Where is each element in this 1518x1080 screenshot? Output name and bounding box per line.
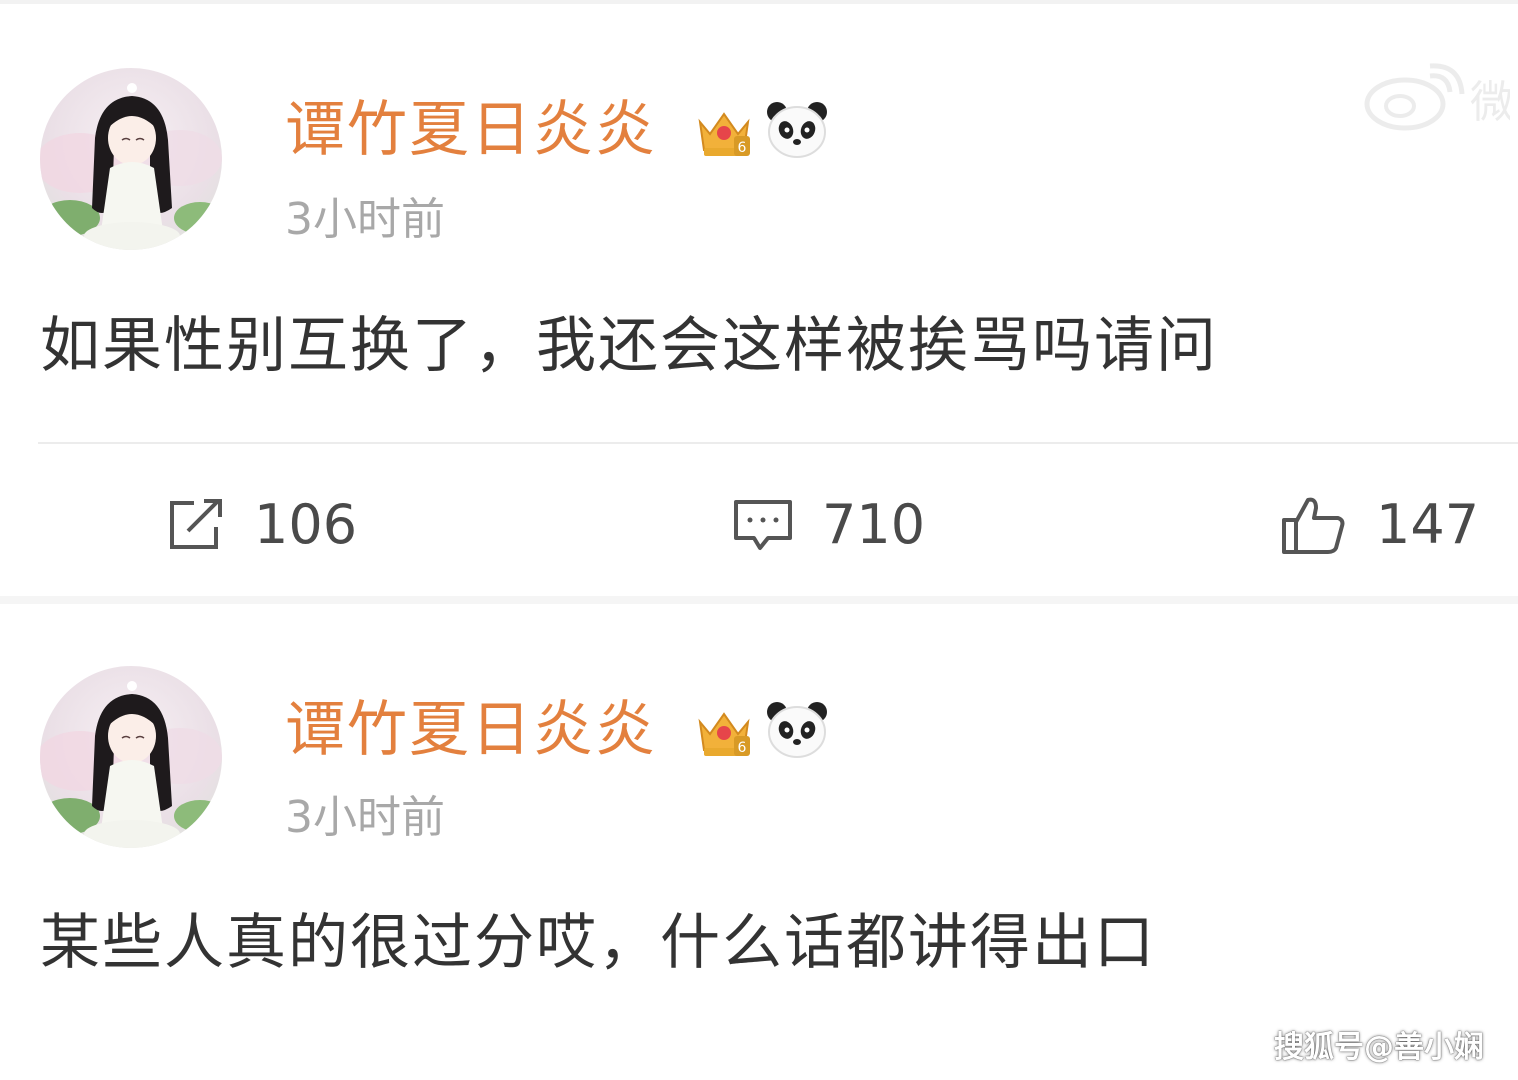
post-time: 3小时前 [285,194,445,245]
like-count: 147 [1376,493,1480,556]
panda-emoji-icon [767,102,827,158]
avatar-illustration [40,83,222,250]
comment-button[interactable]: 710 [732,490,925,560]
repost-icon [170,499,222,549]
source-watermark: 搜狐号@善小娴 [1274,1030,1484,1065]
username[interactable]: 谭竹夏日炎炎 [285,94,657,166]
like-button[interactable]: 147 [1280,490,1479,560]
comment-icon [734,500,792,550]
svg-text:6: 6 [738,140,747,156]
avatar-illustration [40,681,222,848]
comment-count: 710 [822,493,926,556]
weibo-logo-icon: 微 [1364,63,1510,131]
vip-crown-badge-icon: 6 [698,112,750,156]
divider [38,442,1518,444]
username[interactable]: 谭竹夏日炎炎 [285,694,657,766]
user-avatar[interactable] [40,68,222,250]
repost-count: 106 [254,493,358,556]
post-content: 如果性别互换了，我还会这样被挨骂吗请问 [40,311,1218,381]
post-time: 3小时前 [285,792,445,843]
repost-button[interactable]: 106 [166,490,357,560]
top-rule [0,0,1518,4]
svg-text:6: 6 [738,740,747,756]
user-avatar[interactable] [40,666,222,848]
svg-text:微: 微 [1470,77,1510,128]
section-separator [0,596,1518,604]
post-content: 某些人真的很过分哎，什么话都讲得出口 [40,908,1156,978]
thumbs-up-icon [1282,497,1345,554]
vip-crown-badge-icon: 6 [698,712,750,756]
action-bar: 106 710 147 [0,470,1518,580]
panda-emoji-icon [767,702,827,758]
